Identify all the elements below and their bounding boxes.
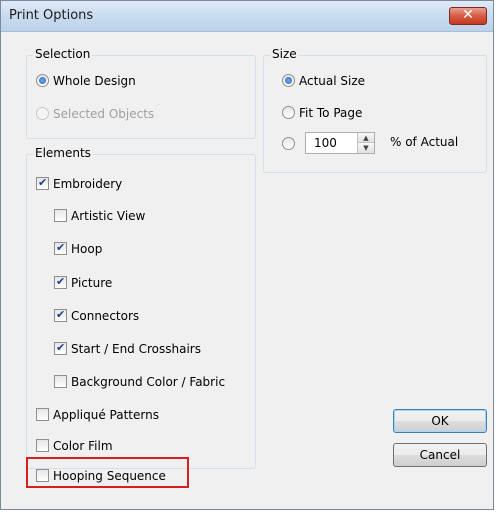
checkbox-label: Start / End Crosshairs: [71, 342, 201, 356]
radio-fit-to-page[interactable]: Fit To Page: [282, 104, 362, 122]
close-button[interactable]: ✕: [449, 7, 487, 25]
checkbox-hoop[interactable]: Hoop: [54, 239, 103, 258]
checkbox-indicator[interactable]: [54, 273, 67, 291]
checkbox-indicator[interactable]: [54, 306, 67, 324]
checkbox-indicator[interactable]: [36, 408, 49, 421]
radio-indicator[interactable]: [282, 137, 295, 150]
title-bar[interactable]: Print Options ✕: [1, 1, 493, 32]
checkbox-label: Color Film: [53, 439, 113, 453]
checkbox-indicator[interactable]: [54, 209, 67, 222]
checkbox-artistic-view[interactable]: Artistic View: [54, 207, 145, 225]
checkbox-label: Hoop: [71, 242, 103, 256]
checkbox-label: Picture: [71, 276, 113, 290]
checkbox-indicator[interactable]: [36, 439, 49, 452]
radio-label: Selected Objects: [53, 107, 155, 121]
ok-button[interactable]: OK: [393, 409, 487, 433]
radio-whole-design[interactable]: Whole Design: [36, 72, 136, 90]
checkbox-label: Artistic View: [71, 209, 146, 223]
percent-input[interactable]: [306, 133, 356, 153]
checkbox-label: Embroidery: [53, 177, 123, 191]
percent-of-actual-label: % of Actual: [390, 135, 459, 149]
percent-spinbox[interactable]: ▲ ▼: [305, 132, 375, 154]
checkbox-indicator[interactable]: [54, 375, 67, 388]
close-icon: ✕: [462, 7, 474, 23]
radio-indicator[interactable]: [36, 74, 49, 87]
spin-up-arrow-icon[interactable]: ▲: [357, 133, 374, 143]
checkbox-label: Appliqué Patterns: [53, 408, 159, 422]
radio-percent-of-actual[interactable]: [282, 135, 299, 153]
radio-indicator[interactable]: [282, 74, 295, 87]
checkbox-label: Connectors: [71, 309, 140, 323]
spin-down-arrow-icon[interactable]: ▼: [357, 143, 374, 153]
radio-indicator: [36, 107, 49, 120]
checkbox-applique-patterns[interactable]: Appliqué Patterns: [36, 406, 159, 424]
radio-label: Fit To Page: [299, 106, 363, 120]
dialog-title: Print Options: [9, 8, 94, 23]
elements-legend: Elements: [33, 146, 93, 160]
checkbox-embroidery[interactable]: Embroidery: [36, 174, 123, 193]
checkbox-background-color-fabric[interactable]: Background Color / Fabric: [54, 373, 225, 391]
checkbox-indicator[interactable]: [54, 339, 67, 357]
selection-group: Selection: [26, 47, 256, 139]
highlight-box: [26, 457, 189, 488]
checkbox-indicator[interactable]: [54, 239, 67, 257]
radio-indicator[interactable]: [282, 106, 295, 119]
checkbox-connectors[interactable]: Connectors: [54, 306, 140, 325]
selection-legend: Selection: [33, 47, 93, 61]
checkbox-start-end-crosshairs[interactable]: Start / End Crosshairs: [54, 339, 201, 358]
print-options-dialog: Print Options ✕ Selection Whole Design S…: [0, 0, 494, 510]
radio-actual-size[interactable]: Actual Size: [282, 72, 365, 90]
cancel-button[interactable]: Cancel: [393, 443, 487, 467]
checkbox-picture[interactable]: Picture: [54, 273, 113, 292]
checkbox-color-film[interactable]: Color Film: [36, 437, 113, 455]
checkbox-indicator[interactable]: [36, 174, 49, 192]
radio-label: Actual Size: [299, 74, 366, 88]
radio-selected-objects: Selected Objects: [36, 105, 154, 123]
size-legend: Size: [270, 47, 299, 61]
checkbox-label: Background Color / Fabric: [71, 375, 226, 389]
radio-label: Whole Design: [53, 74, 136, 88]
